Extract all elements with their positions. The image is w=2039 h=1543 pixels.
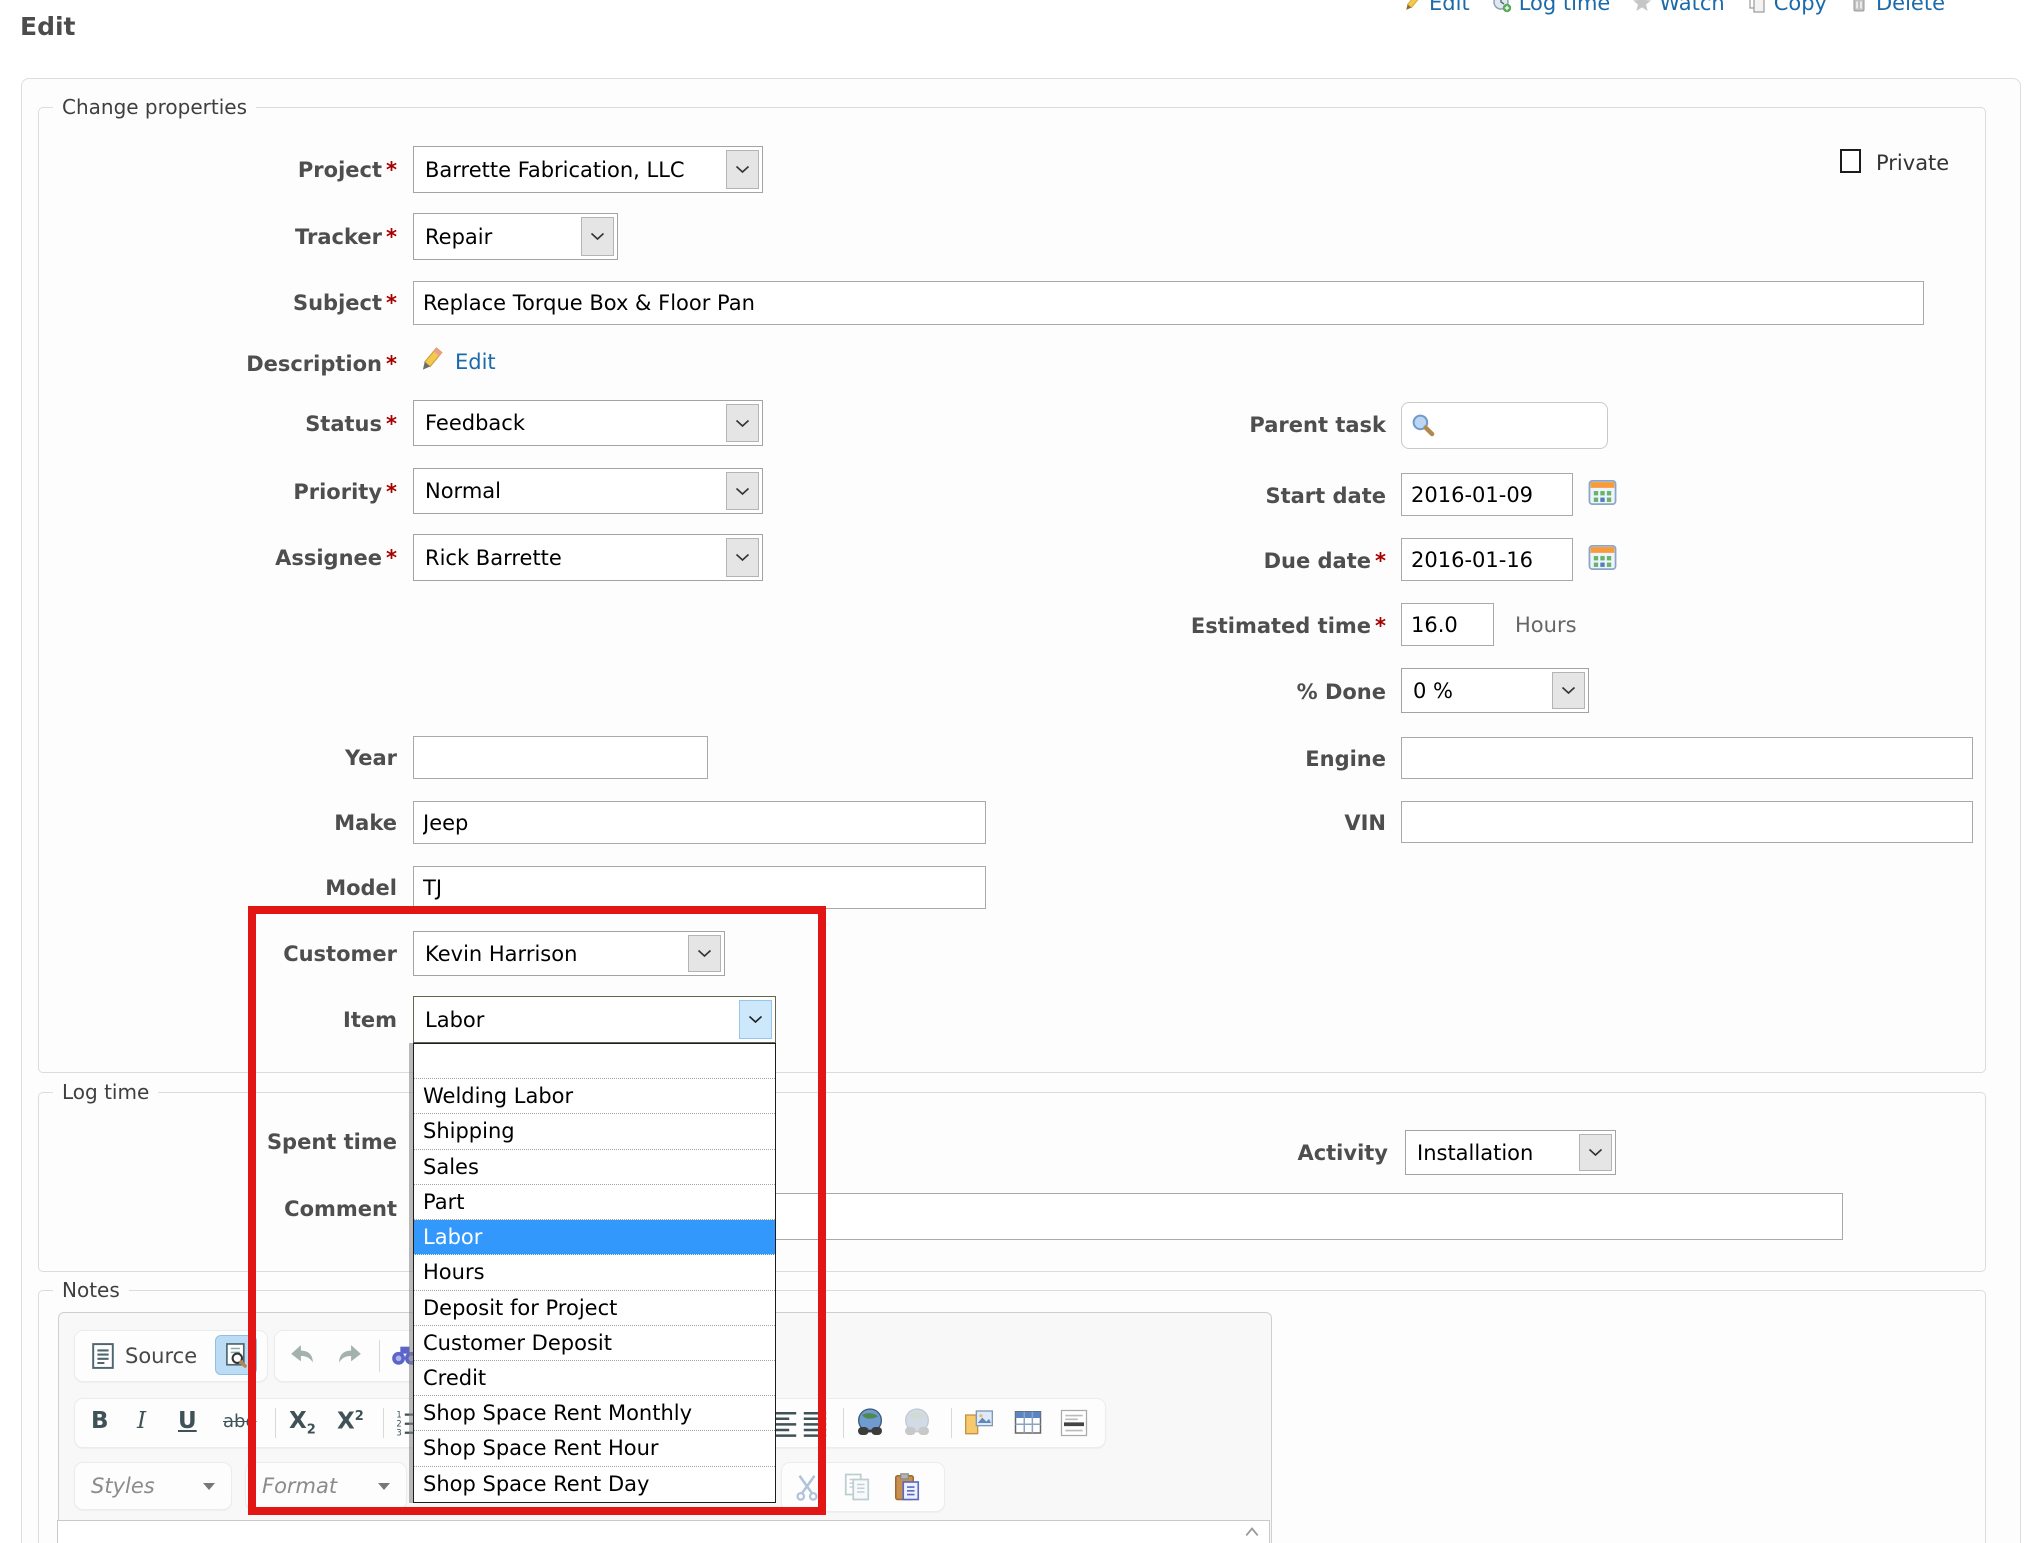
assignee-label: Assignee*	[37, 546, 397, 570]
copy-doc-icon[interactable]	[842, 1472, 872, 1502]
estimated-time-input[interactable]	[1401, 603, 1494, 646]
toolbar-divider	[843, 1408, 844, 1438]
pencil-icon	[417, 346, 445, 374]
make-label: Make	[37, 811, 397, 835]
engine-label: Engine	[1026, 747, 1386, 771]
source-icon[interactable]	[89, 1342, 117, 1370]
horizontal-rule-icon[interactable]	[1059, 1408, 1089, 1438]
description-label: Description*	[37, 352, 397, 376]
estimated-time-suffix: Hours	[1515, 613, 1577, 637]
vin-label: VIN	[1026, 811, 1386, 835]
bold-button[interactable]: B	[91, 1410, 109, 1433]
priority-select-value: Normal	[425, 469, 501, 513]
private-label: Private	[1876, 151, 1949, 175]
chevron-down-icon[interactable]	[1579, 1134, 1612, 1171]
notes-legend: Notes	[53, 1278, 129, 1302]
styles-dropdown[interactable]: Styles	[74, 1462, 232, 1510]
underline-button[interactable]: U	[178, 1410, 197, 1433]
priority-label: Priority*	[37, 480, 397, 504]
tracker-select[interactable]: Repair	[413, 213, 618, 260]
percent-done-select-value: 0 %	[1413, 669, 1453, 712]
assignee-select[interactable]: Rick Barrette	[413, 534, 763, 581]
copy-action-link[interactable]: Copy	[1747, 0, 1827, 15]
project-select-value: Barrette Fabrication, LLC	[425, 147, 685, 192]
chevron-down-icon[interactable]	[726, 472, 759, 510]
magnifier-icon	[1410, 412, 1436, 438]
calendar-icon[interactable]	[1588, 543, 1617, 572]
year-input[interactable]	[413, 736, 708, 779]
caret-down-icon	[203, 1483, 215, 1490]
estimated-time-label: Estimated time*	[1026, 614, 1386, 638]
project-label: Project*	[37, 158, 397, 182]
chevron-down-icon[interactable]	[726, 150, 759, 189]
toolbar-source-group: Source	[74, 1330, 268, 1382]
model-label: Model	[37, 876, 397, 900]
due-date-input[interactable]	[1401, 538, 1573, 581]
log-time-action-label: Log time	[1519, 0, 1611, 15]
due-date-label: Due date*	[1026, 549, 1386, 573]
calendar-icon[interactable]	[1588, 478, 1617, 507]
percent-done-select[interactable]: 0 %	[1401, 668, 1589, 713]
context-toolbar: Edit Log time Watch Copy Delete	[1402, 0, 1945, 15]
unlink-icon[interactable]	[901, 1407, 933, 1439]
change-properties-legend: Change properties	[53, 95, 256, 119]
copy-action-label: Copy	[1774, 0, 1827, 15]
watch-action-link[interactable]: Watch	[1632, 0, 1724, 15]
watch-action-label: Watch	[1659, 0, 1724, 15]
activity-label: Activity	[1028, 1141, 1388, 1165]
engine-input[interactable]	[1401, 737, 1973, 779]
edit-action-link[interactable]: Edit	[1402, 0, 1470, 15]
scrollbar-up-icon[interactable]	[1244, 1526, 1260, 1538]
clock-add-icon	[1492, 0, 1512, 13]
status-select[interactable]: Feedback	[413, 400, 763, 446]
copy-icon	[1747, 0, 1767, 13]
page-title: Edit	[20, 12, 76, 41]
annotation-highlight-box	[248, 906, 826, 1515]
italic-button[interactable]: I	[137, 1410, 146, 1433]
status-label: Status*	[37, 412, 397, 436]
project-select[interactable]: Barrette Fabrication, LLC	[413, 146, 763, 193]
chevron-down-icon[interactable]	[581, 217, 614, 256]
trash-icon	[1849, 0, 1869, 13]
editor-content-area[interactable]	[57, 1520, 1270, 1543]
start-date-input[interactable]	[1401, 473, 1573, 516]
activity-select[interactable]: Installation	[1405, 1130, 1616, 1175]
log-time-action-link[interactable]: Log time	[1492, 0, 1611, 15]
private-checkbox[interactable]	[1840, 149, 1861, 173]
issue-edit-page: Edit Log time Watch Copy Delete Edit Cha…	[0, 0, 2039, 1543]
activity-select-value: Installation	[1417, 1131, 1533, 1174]
percent-done-label: % Done	[1026, 680, 1386, 704]
subject-label: Subject*	[37, 291, 397, 315]
paste-icon[interactable]	[892, 1472, 922, 1502]
styles-dropdown-label: Styles	[91, 1474, 155, 1498]
tracker-label: Tracker*	[37, 225, 397, 249]
vin-input[interactable]	[1401, 801, 1973, 843]
log-time-legend: Log time	[53, 1080, 158, 1104]
insert-image-icon[interactable]	[963, 1407, 995, 1439]
insert-table-icon[interactable]	[1013, 1408, 1043, 1438]
priority-select[interactable]: Normal	[413, 468, 763, 514]
delete-action-link[interactable]: Delete	[1849, 0, 1945, 15]
source-button-label[interactable]: Source	[125, 1344, 197, 1368]
pencil-icon	[1402, 0, 1422, 13]
status-select-value: Feedback	[425, 401, 525, 445]
chevron-down-icon[interactable]	[1552, 672, 1585, 709]
edit-action-label: Edit	[1429, 0, 1470, 15]
link-icon[interactable]	[854, 1407, 886, 1439]
parent-task-label: Parent task	[1026, 413, 1386, 437]
year-label: Year	[37, 746, 397, 770]
delete-action-label: Delete	[1876, 0, 1945, 15]
subject-input[interactable]	[413, 281, 1924, 325]
toolbar-divider	[951, 1408, 952, 1438]
preview-icon	[223, 1342, 249, 1368]
chevron-down-icon[interactable]	[726, 404, 759, 442]
tracker-select-value: Repair	[425, 214, 492, 259]
assignee-select-value: Rick Barrette	[425, 535, 562, 580]
model-input[interactable]	[413, 866, 986, 909]
description-edit-link[interactable]: Edit	[455, 350, 496, 374]
chevron-down-icon[interactable]	[726, 538, 759, 577]
star-icon	[1632, 0, 1652, 13]
make-input[interactable]	[413, 801, 986, 844]
start-date-label: Start date	[1026, 484, 1386, 508]
